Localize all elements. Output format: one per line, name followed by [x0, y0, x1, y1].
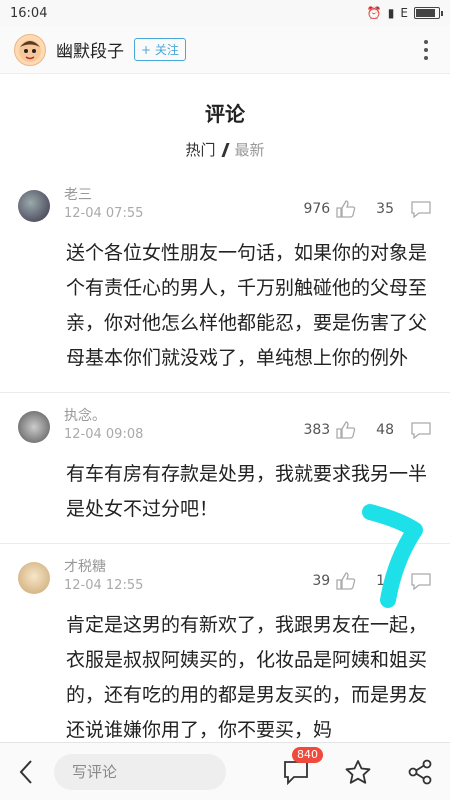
like-count: 976 [303, 201, 331, 217]
reply-count: 15 [376, 573, 394, 589]
comment-text: 肯定是这男的有新欢了，我跟男友在一起，衣服是叔叔阿姨买的，化妆品是阿姨和姐买的，… [66, 614, 428, 741]
comment-username[interactable]: 老三 [64, 186, 143, 204]
tab-new[interactable]: 最新 [235, 139, 265, 160]
user-avatar[interactable] [18, 562, 50, 594]
comment-time: 12-04 07:55 [64, 206, 144, 221]
comment-list: 老三 12-04 07:55 976 35 送个各位女性朋友一句话，如果你的对象… [0, 186, 450, 778]
like-count: 39 [312, 573, 331, 589]
like-count: 383 [303, 422, 331, 438]
comment-username[interactable]: 执念。 [64, 407, 143, 425]
account-header: 幽默段子 + 关注 [0, 26, 450, 74]
comment-item: 执念。 12-04 09:08 383 48 有车有房有存款是处男，我就要求我另… [0, 407, 450, 544]
reply-icon[interactable] [410, 421, 432, 439]
comment-text: 有车有房有存款是处男，我就要求我另一半是处女不过分吧！ [66, 463, 428, 520]
star-icon[interactable] [344, 759, 372, 785]
back-arrow-icon[interactable] [16, 758, 36, 786]
follow-button[interactable]: + 关注 [134, 38, 186, 61]
more-vertical-icon[interactable] [416, 39, 436, 61]
comment-count-badge: 840 [292, 746, 323, 763]
comment-item: 老三 12-04 07:55 976 35 送个各位女性朋友一句话，如果你的对象… [0, 186, 450, 393]
thumbs-up-icon[interactable] [336, 200, 356, 218]
status-time: 16:04 [10, 5, 48, 21]
reply-count: 35 [376, 201, 394, 217]
battery-icon [414, 7, 443, 19]
bottom-bar: 写评论 840 [0, 742, 450, 800]
tab-hot[interactable]: 热门 [185, 139, 215, 160]
sort-tabs: 热门 最新 [0, 139, 450, 160]
cartoon-face-icon [19, 39, 41, 62]
comment-username[interactable]: 才税糖 [64, 558, 143, 576]
status-icons: ⏰ ▮ E [366, 6, 443, 20]
thumbs-up-icon[interactable] [336, 572, 356, 590]
thumbs-up-icon[interactable] [336, 421, 356, 439]
user-avatar[interactable] [18, 190, 50, 222]
write-comment-input[interactable]: 写评论 [54, 753, 226, 790]
comment-item: 才税糖 12-04 12:55 39 15 肯定是这男的有新欢了，我跟男友在一起… [0, 558, 450, 764]
alarm-icon: ⏰ [366, 6, 382, 20]
reply-count: 48 [376, 422, 394, 438]
comment-time: 12-04 12:55 [64, 578, 144, 593]
signal-icon: ▮ [387, 6, 395, 20]
account-name[interactable]: 幽默段子 [56, 37, 124, 62]
write-comment-placeholder: 写评论 [72, 763, 118, 781]
comment-text: 送个各位女性朋友一句话，如果你的对象是个有责任心的男人，千万别触碰他的父母至亲，… [66, 242, 428, 369]
section-title: 评论 [205, 102, 245, 126]
share-icon[interactable] [406, 759, 434, 785]
user-avatar[interactable] [18, 411, 50, 443]
comment-time: 12-04 09:08 [64, 427, 144, 442]
reply-icon[interactable] [410, 200, 432, 218]
network-type: E [400, 6, 408, 20]
account-avatar[interactable] [14, 33, 46, 66]
tab-divider [220, 142, 230, 157]
comments-button[interactable]: 840 [282, 746, 323, 785]
reply-icon[interactable] [410, 572, 432, 590]
status-bar: 16:04 ⏰ ▮ E [0, 0, 450, 26]
